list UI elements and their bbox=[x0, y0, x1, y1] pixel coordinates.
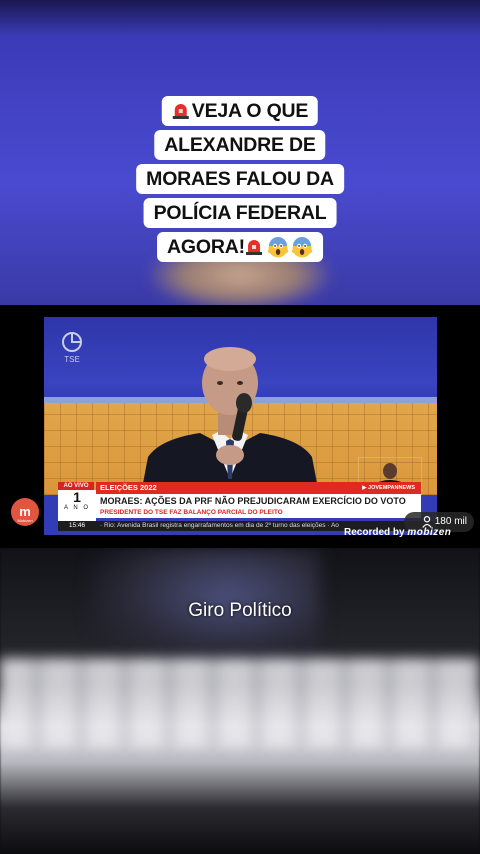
video-player[interactable]: TSE AO VIVO 1 A N O 15:46 ELEIÇÕES 2022 … bbox=[0, 305, 480, 548]
view-count: 180 mil bbox=[434, 516, 467, 527]
title-text-5: AGORA! bbox=[167, 236, 245, 258]
title-line-2: ALEXANDRE DE bbox=[154, 130, 326, 160]
section-tag: ELEIÇÕES 2022 ▶ JOVEMPANNEWS bbox=[96, 482, 421, 494]
screaming-face-icon bbox=[267, 237, 289, 258]
title-card: VEJA O QUE ALEXANDRE DE MORAES FALOU DA … bbox=[124, 96, 356, 268]
title-line-1: VEJA O QUE bbox=[161, 96, 319, 126]
screaming-face-icon bbox=[291, 237, 313, 258]
channel-brand: ▶ JOVEMPANNEWS bbox=[362, 485, 415, 491]
speaker-figure bbox=[140, 347, 320, 499]
recorder-badge[interactable]: m Mobizen bbox=[11, 498, 39, 526]
tse-logo-text: TSE bbox=[64, 355, 80, 364]
title-line-3: MORAES FALOU DA bbox=[136, 164, 344, 194]
broadcast-screen: TSE AO VIVO 1 A N O 15:46 ELEIÇÕES 2022 … bbox=[44, 317, 437, 535]
anniversary-logo: 1 A N O bbox=[58, 490, 96, 521]
tse-logo-icon bbox=[62, 332, 82, 352]
caption: Giro Político bbox=[188, 600, 292, 621]
subheadline: PRESIDENTE DO TSE FAZ BALANÇO PARCIAL DO… bbox=[96, 508, 421, 518]
title-text-1: VEJA O QUE bbox=[191, 100, 309, 122]
blurred-banner-shape bbox=[0, 658, 480, 748]
section-tag-text: ELEIÇÕES 2022 bbox=[100, 483, 157, 492]
recorded-by-text: Recorded by bbox=[344, 527, 405, 538]
siren-icon bbox=[245, 240, 262, 255]
recorder-badge-letter: m bbox=[19, 504, 31, 519]
recorded-by-watermark: Recorded by mobizen bbox=[344, 527, 451, 538]
blurred-background-bottom bbox=[0, 548, 480, 854]
anniversary-word: A N O bbox=[63, 505, 90, 511]
recorder-badge-sub: Mobizen bbox=[17, 518, 33, 523]
recorder-brand: mobizen bbox=[407, 527, 452, 538]
anniversary-number: 1 bbox=[73, 489, 81, 505]
headline: MORAES: AÇÕES DA PRF NÃO PREJUDICARAM EX… bbox=[96, 494, 421, 508]
broadcast-time: 15:46 bbox=[58, 521, 96, 531]
channel-name: JOVEMPANNEWS bbox=[368, 485, 415, 491]
siren-icon bbox=[172, 104, 189, 119]
tse-logo: TSE bbox=[58, 331, 86, 365]
title-line-5: AGORA! bbox=[157, 232, 323, 262]
title-line-4: POLÍCIA FEDERAL bbox=[143, 198, 337, 228]
